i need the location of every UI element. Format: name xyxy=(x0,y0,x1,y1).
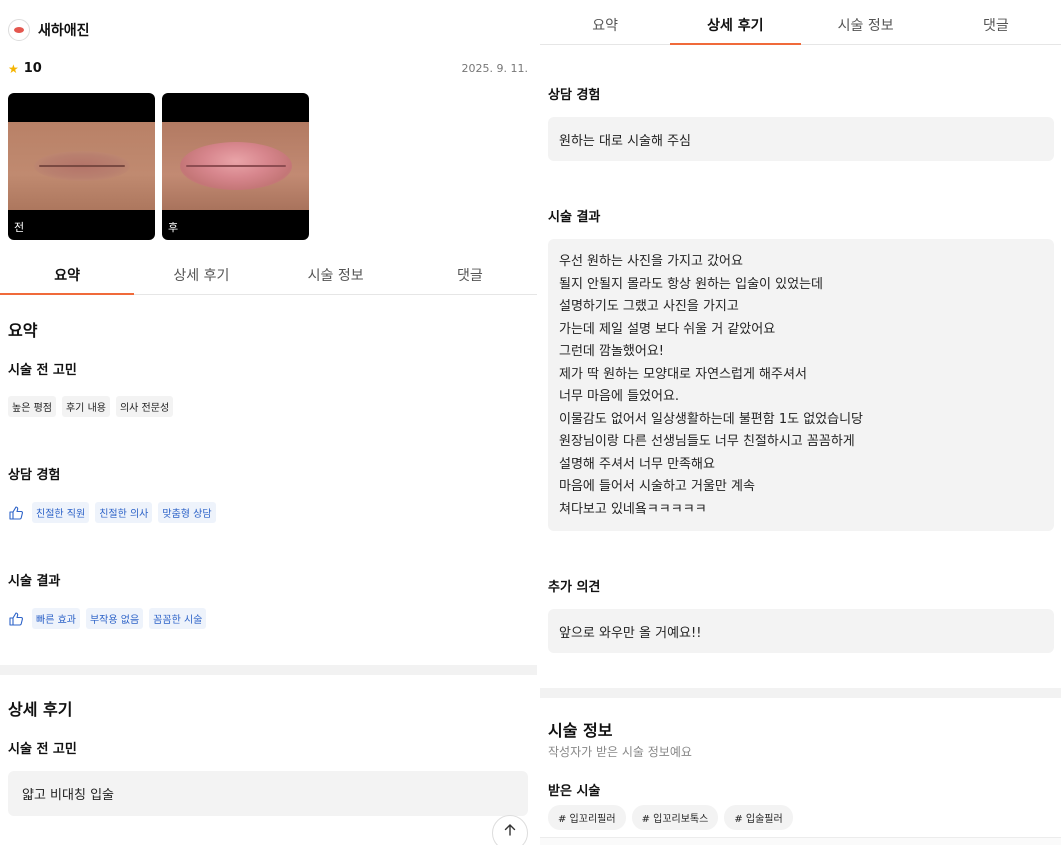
bottom-edge xyxy=(540,837,1061,845)
result-line: 마음에 들어서 시술하고 거울만 계속 xyxy=(559,479,755,494)
rating-row: ★ 10 2025. 9. 11. xyxy=(8,61,528,76)
tab-summary[interactable]: 요약 xyxy=(0,258,135,295)
consult-title: 상담 경험 xyxy=(548,88,601,103)
result-text-box: 우선 원하는 사진을 가지고 갔어요 될지 안될지 몰라도 항상 원하는 입술이… xyxy=(548,239,1054,531)
worries-chips: 높은 평점 후기 내용 의사 전문성 xyxy=(8,396,174,417)
clinic-header[interactable]: 새하애진 xyxy=(8,19,90,41)
arrow-up-icon xyxy=(504,824,516,836)
chip: 꼼꼼한 시술 xyxy=(149,608,207,629)
chip: 친절한 직원 xyxy=(32,502,90,523)
review-tabs: 요약 상세 후기 시술 정보 댓글 xyxy=(0,258,537,295)
chip: 의사 전문성 xyxy=(115,396,174,417)
result-line: 이물감도 없어서 일상생활하는데 불편함 1도 없었습니당 xyxy=(559,411,864,427)
chip: 빠른 효과 xyxy=(32,608,80,629)
consult-chips: 친절한 직원 친절한 의사 맞춤형 상담 xyxy=(8,502,216,523)
tab-treatment-info[interactable]: 시술 정보 xyxy=(269,258,403,294)
result-line: 그런데 깜놀했어요! xyxy=(559,344,665,359)
result-line: 될지 안될지 몰라도 항상 원하는 입술이 있었는데 xyxy=(559,276,823,292)
tab-comments[interactable]: 댓글 xyxy=(403,258,537,294)
result-line: 쳐다보고 있네욬ㅋㅋㅋㅋㅋ xyxy=(559,501,707,517)
thumbs-up-icon xyxy=(9,505,23,520)
tab-treatment-info[interactable]: 시술 정보 xyxy=(801,0,931,44)
before-photo-image xyxy=(8,122,155,210)
chip: 높은 평점 xyxy=(8,396,56,417)
tab-comments[interactable]: 댓글 xyxy=(931,0,1061,44)
scroll-top-button[interactable] xyxy=(492,815,528,845)
result-chips: 빠른 효과 부작용 없음 꼼꼼한 시술 xyxy=(8,608,207,629)
result-line: 설명해 주셔서 너무 만족해요 xyxy=(559,456,715,472)
review-left-panel: 새하애진 ★ 10 2025. 9. 11. 전 후 요약 상세 후기 시술 정… xyxy=(0,0,537,845)
detail-review-title: 상세 후기 xyxy=(8,700,73,719)
treatment-tags: # 입꼬리필러 # 입꼬리보톡스 # 입술필러 xyxy=(548,805,793,830)
before-photo[interactable]: 전 xyxy=(8,93,155,240)
result-line: 설명하기도 그랬고 사진을 가지고 xyxy=(559,299,739,314)
result-line: 너무 마음에 들었어요. xyxy=(559,389,680,404)
received-treatment-title: 받은 시술 xyxy=(548,784,601,799)
treatment-info-subtitle: 작성자가 받은 시술 정보예요 xyxy=(548,745,692,759)
after-photo-image xyxy=(162,122,309,210)
result-title: 시술 결과 xyxy=(548,210,601,225)
rating-value: 10 xyxy=(23,61,42,76)
chip: 친절한 의사 xyxy=(95,502,153,523)
chip: 맞춤형 상담 xyxy=(158,502,216,523)
extra-opinion-title: 추가 의견 xyxy=(548,580,601,595)
review-date: 2025. 9. 11. xyxy=(461,62,528,75)
result-line: 제가 딱 원하는 모양대로 자연스럽게 해주셔서 xyxy=(559,366,807,382)
thumbs-up-icon xyxy=(9,611,23,626)
clinic-name[interactable]: 새하애진 xyxy=(38,20,90,40)
after-label: 후 xyxy=(168,221,179,234)
before-label: 전 xyxy=(14,221,25,234)
detail-worries-title: 시술 전 고민 xyxy=(8,742,77,757)
treatment-tag[interactable]: # 입꼬리보톡스 xyxy=(631,805,719,830)
after-photo[interactable]: 후 xyxy=(162,93,309,240)
treatment-info-title: 시술 정보 xyxy=(548,721,613,740)
review-tabs-sticky: 요약 상세 후기 시술 정보 댓글 xyxy=(540,0,1061,45)
chip: 후기 내용 xyxy=(61,396,110,417)
summary-title: 요약 xyxy=(8,321,38,340)
clinic-logo-icon xyxy=(8,19,30,41)
tab-detail-review[interactable]: 상세 후기 xyxy=(134,258,268,294)
tab-detail-review[interactable]: 상세 후기 xyxy=(670,0,801,45)
result-line: 원장님이랑 다른 선생님들도 너무 친절하시고 꼼꼼하게 xyxy=(559,434,855,449)
treatment-tag[interactable]: # 입꼬리필러 xyxy=(548,805,626,830)
section-divider xyxy=(0,665,537,675)
result-line: 가는데 제일 설명 보다 쉬울 거 같았어요 xyxy=(559,321,776,337)
star-icon: ★ xyxy=(8,61,19,76)
result-line: 우선 원하는 사진을 가지고 갔어요 xyxy=(559,254,743,269)
review-right-panel: 요약 상세 후기 시술 정보 댓글 상담 경험 원하는 대로 시술해 주심 시술… xyxy=(540,0,1061,845)
worries-title: 시술 전 고민 xyxy=(8,363,77,378)
consult-text: 원하는 대로 시술해 주심 xyxy=(548,117,1054,161)
result-title: 시술 결과 xyxy=(8,574,61,589)
detail-worries-text: 얇고 비대칭 입술 xyxy=(8,771,528,816)
consult-title: 상담 경험 xyxy=(8,468,61,483)
extra-opinion-text: 앞으로 와우만 올 거예요!! xyxy=(548,609,1054,653)
section-divider xyxy=(540,688,1061,698)
chip: 부작용 없음 xyxy=(85,608,144,629)
tab-summary[interactable]: 요약 xyxy=(540,0,670,44)
treatment-tag[interactable]: # 입술필러 xyxy=(724,805,793,830)
